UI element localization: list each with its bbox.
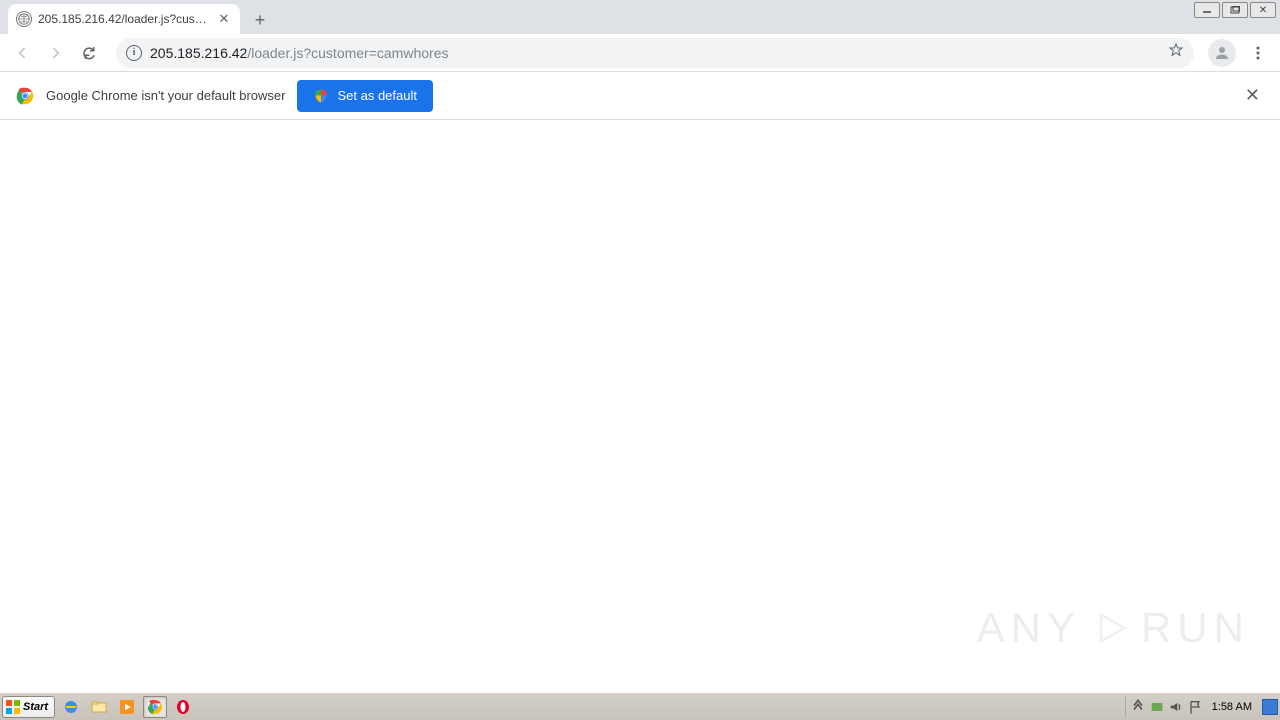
arrow-left-icon <box>13 44 31 62</box>
person-icon <box>1213 44 1231 62</box>
tab-title: 205.185.216.42/loader.js?customer <box>38 12 210 26</box>
taskbar-chrome-icon[interactable] <box>143 696 167 718</box>
reload-icon <box>81 44 99 62</box>
window-controls: ✕ <box>1194 2 1276 18</box>
kebab-icon <box>1250 45 1266 61</box>
back-button[interactable] <box>6 37 38 69</box>
set-default-button[interactable]: Set as default <box>297 80 433 112</box>
shield-icon <box>313 88 329 104</box>
system-tray: 1:58 AM <box>1125 696 1262 718</box>
taskbar-media-icon[interactable] <box>115 696 139 718</box>
toolbar: i 205.185.216.42/loader.js?customer=camw… <box>0 34 1280 72</box>
forward-button[interactable] <box>40 37 72 69</box>
page-content: ANY RUN <box>0 120 1280 692</box>
windows-taskbar: Start 1:58 AM <box>0 692 1280 720</box>
anyrun-watermark: ANY RUN <box>977 604 1250 652</box>
tray-flag-icon[interactable] <box>1187 699 1203 715</box>
browser-window: 205.185.216.42/loader.js?customer ✕ + ✕ … <box>0 0 1280 692</box>
tray-expand-icon[interactable] <box>1130 699 1146 715</box>
reload-button[interactable] <box>74 37 106 69</box>
taskbar-ie-icon[interactable] <box>59 696 83 718</box>
arrow-right-icon <box>47 44 65 62</box>
url-text: 205.185.216.42/loader.js?customer=camwho… <box>150 45 1160 61</box>
tray-security-icon[interactable] <box>1149 699 1165 715</box>
windows-logo-icon <box>5 699 21 715</box>
minimize-button[interactable] <box>1194 2 1220 18</box>
default-browser-infobar: Google Chrome isn't your default browser… <box>0 72 1280 120</box>
infobar-message: Google Chrome isn't your default browser <box>46 88 285 103</box>
chrome-logo-icon <box>16 87 34 105</box>
play-icon <box>1091 608 1131 648</box>
new-tab-button[interactable]: + <box>246 6 274 34</box>
bookmark-star-icon[interactable] <box>1168 42 1184 63</box>
taskbar-opera-icon[interactable] <box>171 696 195 718</box>
globe-icon <box>16 11 32 27</box>
start-button[interactable]: Start <box>2 696 55 718</box>
chrome-menu-button[interactable] <box>1242 37 1274 69</box>
taskbar-explorer-icon[interactable] <box>87 696 111 718</box>
address-bar[interactable]: i 205.185.216.42/loader.js?customer=camw… <box>116 38 1194 68</box>
maximize-button[interactable] <box>1222 2 1248 18</box>
profile-avatar[interactable] <box>1208 39 1236 67</box>
start-label: Start <box>23 701 48 713</box>
infobar-close-icon[interactable]: ✕ <box>1241 81 1264 110</box>
set-default-label: Set as default <box>337 88 417 103</box>
taskbar-clock[interactable]: 1:58 AM <box>1206 701 1258 713</box>
tray-volume-icon[interactable] <box>1168 699 1184 715</box>
tab-strip: 205.185.216.42/loader.js?customer ✕ + ✕ <box>0 0 1280 34</box>
tab-close-icon[interactable]: ✕ <box>216 11 232 27</box>
close-button[interactable]: ✕ <box>1250 2 1276 18</box>
browser-tab[interactable]: 205.185.216.42/loader.js?customer ✕ <box>8 4 240 34</box>
info-icon[interactable]: i <box>126 45 142 61</box>
show-desktop-button[interactable] <box>1262 699 1278 715</box>
